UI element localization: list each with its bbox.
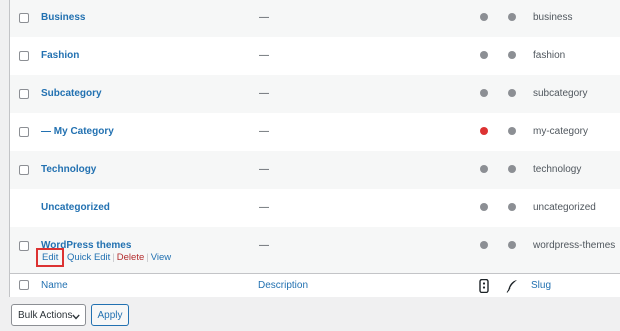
category-slug: business bbox=[533, 12, 573, 23]
status-dot-icon bbox=[508, 13, 516, 21]
category-description: — bbox=[259, 126, 269, 137]
status-dot-icon bbox=[480, 13, 488, 21]
chevron-down-icon bbox=[72, 312, 80, 323]
mobile-icon[interactable] bbox=[478, 278, 490, 296]
category-description: — bbox=[259, 50, 269, 61]
select-all-checkbox[interactable] bbox=[19, 280, 29, 290]
category-description: — bbox=[259, 12, 269, 23]
row-checkbox[interactable] bbox=[19, 241, 29, 251]
category-name-link[interactable]: Uncategorized bbox=[41, 202, 110, 213]
status-dot-icon bbox=[508, 165, 516, 173]
category-description: — bbox=[259, 164, 269, 175]
category-name-link[interactable]: Subcategory bbox=[41, 88, 102, 99]
categories-table: Business — business Fashion — fashion Su… bbox=[9, 0, 620, 297]
table-row: WordPress themes — wordpress-themes Edit… bbox=[10, 227, 620, 273]
table-row: Fashion — fashion bbox=[10, 37, 620, 75]
table-row: Business — business bbox=[10, 0, 620, 37]
status-dot-icon bbox=[480, 241, 488, 249]
row-checkbox[interactable] bbox=[19, 51, 29, 61]
category-slug: subcategory bbox=[533, 88, 588, 99]
column-header-description[interactable]: Description bbox=[258, 280, 308, 291]
status-dot-icon bbox=[508, 241, 516, 249]
column-header-name[interactable]: Name bbox=[41, 280, 68, 291]
row-actions: Edit Quick Edit | Delete | View bbox=[36, 248, 171, 267]
status-dot-icon bbox=[480, 127, 488, 135]
feather-icon[interactable] bbox=[506, 279, 518, 296]
category-slug: my-category bbox=[533, 126, 589, 137]
quick-edit-link[interactable]: Quick Edit bbox=[67, 252, 110, 263]
table-row: — My Category — my-category bbox=[10, 113, 620, 151]
row-checkbox[interactable] bbox=[19, 13, 29, 23]
table-row: Uncategorized — uncategorized bbox=[10, 189, 620, 227]
apply-button[interactable]: Apply bbox=[91, 304, 129, 326]
row-checkbox[interactable] bbox=[19, 165, 29, 175]
category-name-link[interactable]: Technology bbox=[41, 164, 96, 175]
category-description: — bbox=[259, 202, 269, 213]
table-row: Technology — technology bbox=[10, 151, 620, 189]
column-header-slug[interactable]: Slug bbox=[531, 280, 551, 291]
delete-link[interactable]: Delete bbox=[117, 252, 144, 263]
status-dot-icon bbox=[508, 127, 516, 135]
table-footer-header: Name Description Slug bbox=[10, 273, 620, 297]
category-description: — bbox=[259, 88, 269, 99]
category-slug: uncategorized bbox=[533, 202, 596, 213]
category-name-link[interactable]: — My Category bbox=[41, 126, 114, 137]
status-dot-icon bbox=[480, 51, 488, 59]
row-checkbox[interactable] bbox=[19, 127, 29, 137]
row-checkbox[interactable] bbox=[19, 89, 29, 99]
view-link[interactable]: View bbox=[151, 252, 171, 263]
status-dot-icon bbox=[508, 89, 516, 97]
status-dot-icon bbox=[480, 89, 488, 97]
category-description: — bbox=[259, 240, 269, 251]
status-dot-icon bbox=[480, 165, 488, 173]
bulk-actions-select[interactable]: Bulk Actions bbox=[11, 304, 86, 326]
bulk-actions-selected: Bulk Actions bbox=[18, 310, 73, 321]
status-dot-icon bbox=[508, 203, 516, 211]
category-slug: technology bbox=[533, 164, 582, 175]
category-slug: wordpress-themes bbox=[533, 240, 616, 251]
table-row: Subcategory — subcategory bbox=[10, 75, 620, 113]
category-name-link[interactable]: Business bbox=[41, 12, 85, 23]
edit-link[interactable]: Edit bbox=[36, 248, 65, 267]
category-slug: fashion bbox=[533, 50, 566, 61]
status-dot-icon bbox=[508, 51, 516, 59]
category-name-link[interactable]: Fashion bbox=[41, 50, 79, 61]
status-dot-icon bbox=[480, 203, 488, 211]
